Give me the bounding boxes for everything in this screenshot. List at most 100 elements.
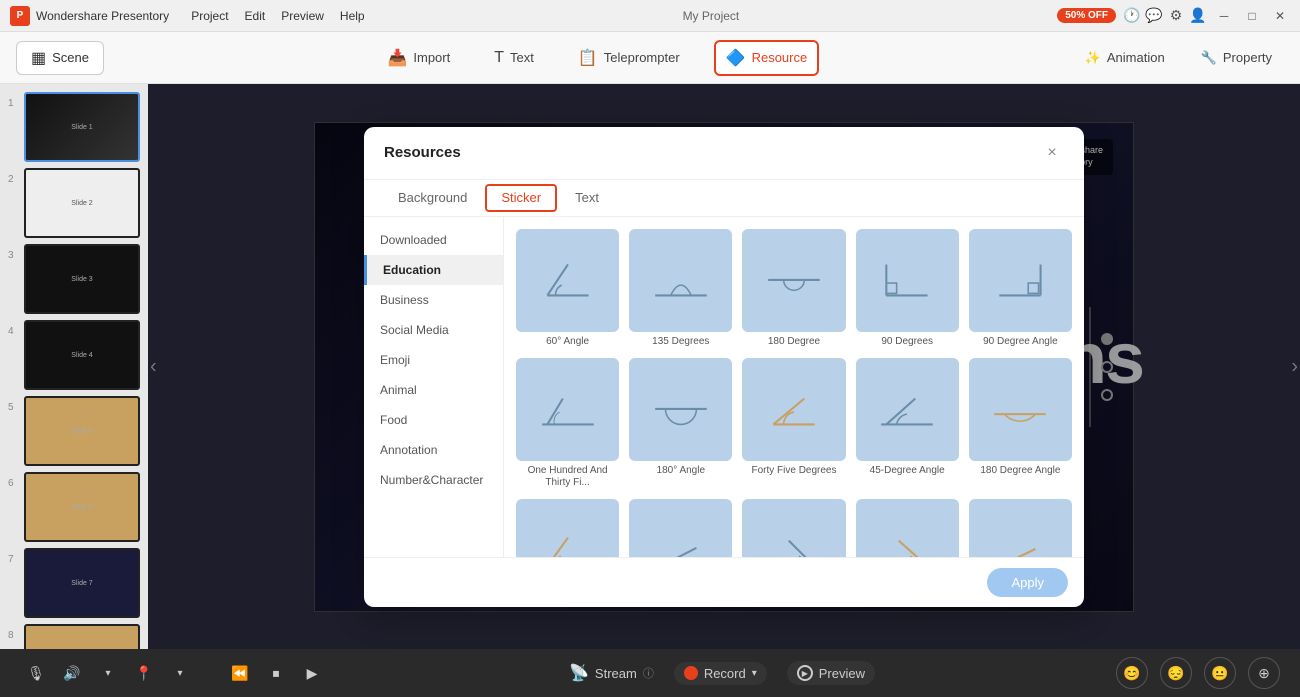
resource-label: Resource bbox=[752, 50, 808, 65]
sticker-item[interactable]: 45-Degree Angle bbox=[856, 358, 959, 489]
sad-face-button[interactable]: 😔 bbox=[1160, 657, 1192, 689]
text-button[interactable]: T Text bbox=[484, 43, 544, 73]
volume-button[interactable]: 🔊 bbox=[56, 657, 88, 689]
sticker-thumbnail[interactable] bbox=[742, 499, 845, 557]
tab-text[interactable]: Text bbox=[561, 180, 613, 217]
slide-item[interactable]: 3 Slide 3 bbox=[8, 244, 140, 314]
mic-button[interactable]: 🎙 bbox=[20, 657, 52, 689]
close-button[interactable]: ✕ bbox=[1270, 6, 1290, 26]
apply-button[interactable]: Apply bbox=[987, 568, 1068, 597]
tab-sticker[interactable]: Sticker bbox=[485, 184, 557, 212]
sticker-thumbnail[interactable] bbox=[629, 358, 732, 461]
sticker-item[interactable]: 135 Degrees bbox=[629, 229, 732, 348]
slide-item[interactable]: 5 Slide 5 bbox=[8, 396, 140, 466]
sticker-thumbnail[interactable] bbox=[516, 499, 619, 557]
sticker-item[interactable]: 90 Degree Angle bbox=[969, 229, 1072, 348]
location-button[interactable]: 📍 bbox=[128, 657, 160, 689]
animation-button[interactable]: ✨ Animation bbox=[1073, 44, 1177, 72]
maximize-button[interactable]: □ bbox=[1242, 6, 1262, 26]
sticker-thumbnail[interactable] bbox=[856, 499, 959, 557]
sticker-item[interactable]: 60° Angle bbox=[516, 229, 619, 348]
settings-icon[interactable]: ⚙ bbox=[1168, 8, 1184, 24]
teleprompter-button[interactable]: 📋 Teleprompter bbox=[568, 42, 690, 74]
category-downloaded[interactable]: Downloaded bbox=[364, 225, 503, 255]
record-button[interactable]: Record ▾ bbox=[674, 662, 767, 685]
sticker-thumbnail[interactable] bbox=[742, 229, 845, 332]
media-button-1[interactable]: ⏪ bbox=[224, 657, 256, 689]
sticker-thumbnail[interactable] bbox=[516, 358, 619, 461]
sticker-label: 135 Degrees bbox=[652, 336, 709, 348]
menu-project[interactable]: Project bbox=[191, 9, 228, 23]
sticker-item[interactable]: 30 Degree Angle bbox=[629, 499, 732, 557]
location-caret[interactable]: ▾ bbox=[164, 657, 196, 689]
media-button-2[interactable]: ⏹ bbox=[260, 657, 292, 689]
scene-button[interactable]: ▦ Scene bbox=[16, 41, 104, 75]
action-button-4[interactable]: ⊕ bbox=[1248, 657, 1280, 689]
category-emoji[interactable]: Emoji bbox=[364, 345, 503, 375]
sticker-item[interactable]: 60 Degree Angle bbox=[516, 499, 619, 557]
preview-button[interactable]: ▶ Preview bbox=[787, 661, 875, 685]
user-icon[interactable]: 👤 bbox=[1190, 8, 1206, 24]
resource-button[interactable]: 🔷 Resource bbox=[714, 40, 820, 76]
slide-item[interactable]: 1 Slide 1 bbox=[8, 92, 140, 162]
category-education[interactable]: Education bbox=[364, 255, 503, 285]
neutral-face-button[interactable]: 😐 bbox=[1204, 657, 1236, 689]
dialog-close-button[interactable]: × bbox=[1040, 141, 1064, 165]
menu-preview[interactable]: Preview bbox=[281, 9, 324, 23]
sticker-item[interactable]: 180 Degree bbox=[742, 229, 845, 348]
slide-thumbnail[interactable]: Slide 7 bbox=[24, 548, 140, 618]
slide-thumbnail[interactable]: Slide 4 bbox=[24, 320, 140, 390]
sticker-item[interactable]: 135° Angle bbox=[856, 499, 959, 557]
slide-thumbnail[interactable]: Slide 6 bbox=[24, 472, 140, 542]
slide-thumbnail[interactable]: Slide 3 bbox=[24, 244, 140, 314]
sticker-item[interactable]: 30° Angle bbox=[969, 499, 1072, 557]
slide-item[interactable]: 6 Slide 6 bbox=[8, 472, 140, 542]
property-button[interactable]: 🔧 Property bbox=[1189, 44, 1284, 72]
sticker-item[interactable]: 180 Degree Angle bbox=[969, 358, 1072, 489]
media-button-3[interactable]: ▶ bbox=[296, 657, 328, 689]
sticker-thumbnail[interactable] bbox=[629, 229, 732, 332]
slide-item[interactable]: 4 Slide 4 bbox=[8, 320, 140, 390]
clock-icon[interactable]: 🕐 bbox=[1124, 8, 1140, 24]
category-business[interactable]: Business bbox=[364, 285, 503, 315]
slide-thumbnail[interactable]: Slide 5 bbox=[24, 396, 140, 466]
sticker-thumbnail[interactable] bbox=[856, 358, 959, 461]
sticker-item[interactable]: 135 Degree Angle bbox=[742, 499, 845, 557]
sticker-thumbnail[interactable] bbox=[969, 358, 1072, 461]
sticker-thumbnail[interactable] bbox=[856, 229, 959, 332]
minimize-button[interactable]: ─ bbox=[1214, 6, 1234, 26]
category-food[interactable]: Food bbox=[364, 405, 503, 435]
category-number-character[interactable]: Number&Character bbox=[364, 465, 503, 495]
sticker-thumbnail[interactable] bbox=[516, 229, 619, 332]
sticker-item[interactable]: Forty Five Degrees bbox=[742, 358, 845, 489]
category-annotation[interactable]: Annotation bbox=[364, 435, 503, 465]
sticker-thumbnail[interactable] bbox=[742, 358, 845, 461]
add-face-button[interactable]: 😊 bbox=[1116, 657, 1148, 689]
message-icon[interactable]: 💬 bbox=[1146, 8, 1162, 24]
toolbar: ▦ Scene 📥 Import T Text 📋 Teleprompter 🔷… bbox=[0, 32, 1300, 84]
slide-item[interactable]: 2 Slide 2 bbox=[8, 168, 140, 238]
volume-caret[interactable]: ▾ bbox=[92, 657, 124, 689]
titlebar-left: P Wondershare Presentory Project Edit Pr… bbox=[10, 6, 365, 26]
menu-help[interactable]: Help bbox=[340, 9, 365, 23]
category-social-media[interactable]: Social Media bbox=[364, 315, 503, 345]
slide-thumbnail[interactable]: Slide 8 bbox=[24, 624, 140, 649]
promo-badge[interactable]: 50% OFF bbox=[1057, 8, 1116, 23]
sticker-item[interactable]: 180° Angle bbox=[629, 358, 732, 489]
menu-edit[interactable]: Edit bbox=[245, 9, 266, 23]
slide-thumbnail[interactable]: Slide 1 bbox=[24, 92, 140, 162]
sticker-thumbnail[interactable] bbox=[629, 499, 732, 557]
tab-background[interactable]: Background bbox=[384, 180, 481, 217]
slide-thumbnail[interactable]: Slide 2 bbox=[24, 168, 140, 238]
record-caret[interactable]: ▾ bbox=[752, 668, 757, 679]
sticker-thumbnail[interactable] bbox=[969, 229, 1072, 332]
slide-item[interactable]: 7 Slide 7 bbox=[8, 548, 140, 618]
category-animal[interactable]: Animal bbox=[364, 375, 503, 405]
sticker-thumbnail[interactable] bbox=[969, 499, 1072, 557]
sticker-item[interactable]: One Hundred And Thirty Fi... bbox=[516, 358, 619, 489]
slide-item[interactable]: 8 Slide 8 bbox=[8, 624, 140, 649]
sticker-item[interactable]: 90 Degrees bbox=[856, 229, 959, 348]
bottom-controls-left: 🎙 🔊 ▾ 📍 ▾ ⏪ ⏹ ▶ bbox=[20, 657, 328, 689]
stream-button[interactable]: 📡 Stream ⓘ bbox=[569, 663, 654, 683]
import-button[interactable]: 📥 Import bbox=[377, 42, 460, 74]
